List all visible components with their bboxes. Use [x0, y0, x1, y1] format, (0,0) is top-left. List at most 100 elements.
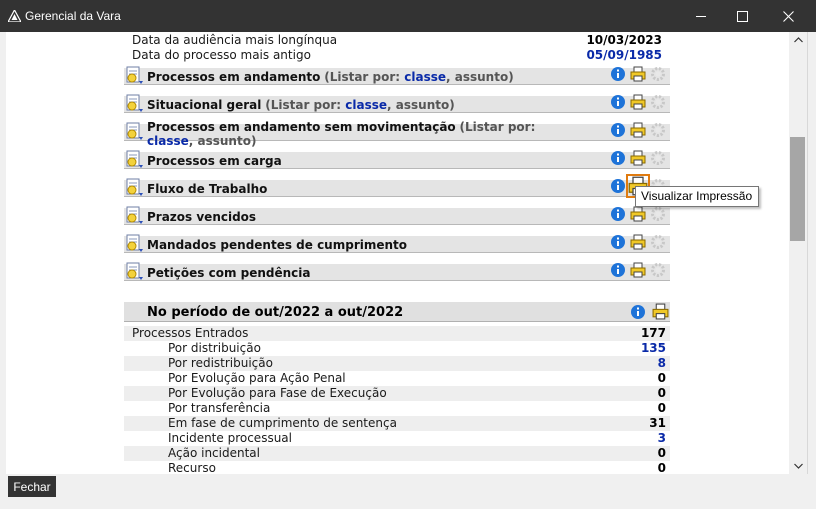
list-by-assunto-link[interactable]: assunto [455, 70, 508, 84]
maximize-icon [736, 10, 748, 22]
stat-label: Por distribuição [168, 341, 261, 355]
list-suffix: ) [250, 134, 257, 148]
summary-row-oldest-hearing: Data da audiência mais longínqua 10/03/2… [132, 33, 662, 47]
list-by-assunto-link[interactable]: assunto [198, 134, 251, 148]
bottom-bar: Fechar [0, 474, 816, 509]
print-preview-icon[interactable] [630, 94, 646, 110]
vertical-scrollbar[interactable] [789, 32, 807, 474]
section-title: Situacional geral (Listar por: classe, a… [147, 98, 455, 112]
print-preview-icon[interactable] [630, 122, 646, 138]
gear-icon[interactable] [650, 206, 666, 222]
print-preview-icon[interactable] [652, 303, 669, 320]
list-separator: , [387, 98, 396, 112]
close-window-button[interactable] [765, 0, 811, 32]
stat-row: Por transferência 0 [124, 401, 670, 416]
list-by-classe-link[interactable]: classe [345, 98, 387, 112]
print-preview-icon[interactable] [630, 262, 646, 278]
scroll-thumb[interactable] [790, 137, 805, 241]
period-header: No período de out/2022 a out/2022 [124, 302, 670, 322]
report-icon[interactable] [124, 65, 145, 86]
info-icon[interactable] [610, 94, 626, 110]
stat-value: 0 [657, 446, 666, 460]
section-title: Processos em andamento (Listar por: clas… [147, 70, 514, 84]
list-by-classe-link[interactable]: classe [404, 70, 446, 84]
print-preview-icon[interactable] [630, 66, 646, 82]
stat-row: Ação incidental 0 [124, 446, 670, 461]
print-preview-tooltip: Visualizar Impressão [635, 186, 759, 207]
info-icon[interactable] [610, 178, 626, 194]
section-actions [610, 234, 670, 252]
report-icon[interactable] [124, 205, 145, 226]
report-icon[interactable] [124, 177, 145, 198]
section-title-text: Situacional geral [147, 98, 262, 112]
print-preview-icon[interactable] [630, 150, 646, 166]
stat-row: Processos Entrados 177 [124, 326, 670, 341]
gear-icon[interactable] [650, 150, 666, 166]
stat-label: Recurso [168, 461, 216, 474]
stat-value: 177 [640, 326, 666, 340]
summary-value[interactable]: 05/09/1985 [586, 48, 662, 62]
stat-value[interactable]: 135 [641, 341, 666, 356]
section-title-text: Prazos vencidos [147, 210, 257, 224]
stat-label: Por Evolução para Ação Penal [168, 371, 346, 385]
list-by-classe-link[interactable]: classe [147, 134, 189, 148]
list-by-prefix: (Listar por: [324, 70, 405, 84]
info-icon[interactable] [610, 206, 626, 222]
maximize-button[interactable] [719, 0, 765, 32]
info-icon[interactable] [610, 122, 626, 138]
report-icon[interactable] [124, 121, 145, 142]
stat-row: Por distribuição 135 [124, 341, 670, 356]
scroll-up-button[interactable] [789, 32, 807, 48]
close-button[interactable]: Fechar [8, 476, 56, 497]
section-actions [610, 66, 670, 84]
section-actions [610, 150, 670, 168]
info-icon[interactable] [610, 262, 626, 278]
gear-icon[interactable] [650, 234, 666, 250]
info-icon[interactable] [610, 66, 626, 82]
list-suffix: ) [508, 70, 514, 84]
list-suffix: ) [449, 98, 455, 112]
section-title: Prazos vencidos [147, 210, 256, 224]
stat-value: 0 [657, 401, 666, 415]
gear-icon[interactable] [650, 262, 666, 278]
section-title-text: Fluxo de Trabalho [147, 182, 268, 196]
stat-value[interactable]: 8 [658, 356, 666, 371]
section-prazos-vencidos: Prazos vencidos [124, 204, 670, 232]
section-mandados-pendentes: Mandados pendentes de cumprimento [124, 232, 670, 260]
stat-row: Por redistribuição 8 [124, 356, 670, 371]
stat-label: Por redistribuição [168, 356, 273, 370]
report-icon[interactable] [124, 93, 145, 114]
print-preview-icon[interactable] [630, 234, 646, 250]
stat-row: Recurso 0 [124, 461, 670, 474]
minimize-button[interactable] [678, 0, 724, 32]
title-bar: Gerencial da Vara [0, 0, 816, 32]
stat-value: 31 [649, 416, 666, 430]
section-sem-movimentacao: Processos em andamento sem movimentação … [124, 120, 670, 148]
section-actions [610, 122, 670, 140]
section-title: Processos em carga [147, 154, 282, 168]
section-title: Processos em andamento sem movimentação … [147, 120, 577, 148]
gear-icon[interactable] [650, 66, 666, 82]
close-icon [782, 10, 794, 22]
section-actions [610, 206, 670, 224]
period-title: No período de out/2022 a out/2022 [147, 305, 404, 320]
info-icon[interactable] [630, 304, 646, 320]
info-icon[interactable] [610, 150, 626, 166]
section-title-text: Processos em andamento sem movimentação [147, 120, 456, 134]
report-icon[interactable] [124, 149, 145, 170]
scroll-down-button[interactable] [789, 458, 807, 474]
list-by-assunto-link[interactable]: assunto [396, 98, 449, 112]
report-icon[interactable] [124, 261, 145, 282]
stat-label: Ação incidental [168, 446, 260, 460]
stat-label: Por transferência [168, 401, 271, 415]
window-edge [807, 32, 816, 509]
section-peticoes-com-pendencia: Petições com pendência [124, 260, 670, 288]
gear-icon[interactable] [650, 122, 666, 138]
stat-value[interactable]: 3 [658, 431, 666, 446]
section-processos-em-andamento: Processos em andamento (Listar por: clas… [124, 64, 670, 92]
print-preview-icon[interactable] [630, 206, 646, 222]
report-icon[interactable] [124, 233, 145, 254]
info-icon[interactable] [610, 234, 626, 250]
section-title: Petições com pendência [147, 266, 311, 280]
gear-icon[interactable] [650, 94, 666, 110]
